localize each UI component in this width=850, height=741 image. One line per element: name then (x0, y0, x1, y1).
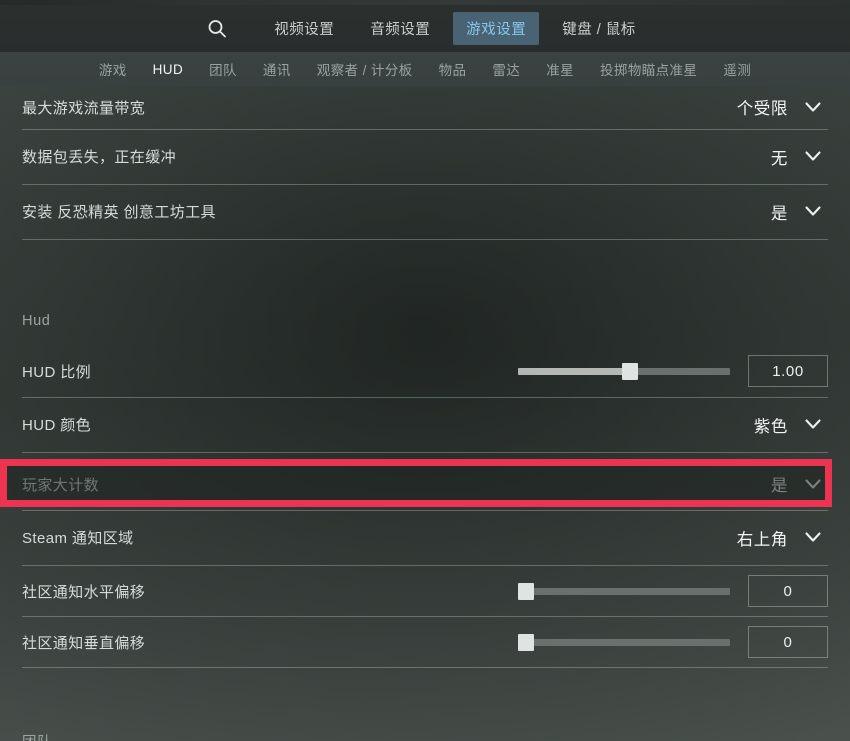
subtab-grenade-crosshair[interactable]: 投掷物瞄点准星 (587, 59, 710, 79)
section-header-hud: Hud (22, 313, 51, 329)
setting-row-notification-horizontal-offset[interactable]: 社区通知水平偏移 0 (0, 566, 850, 616)
subtab-team[interactable]: 团队 (196, 59, 250, 79)
sub-tabbar: 游戏 HUD 团队 通讯 观察者 / 计分板 物品 雷达 准星 投掷物瞄点准星 … (0, 52, 850, 86)
setting-row-packet-loss-buffering[interactable]: 数据包丢失，正在缓冲 无 (0, 130, 850, 183)
notification-vertical-offset-value[interactable]: 0 (748, 626, 828, 658)
notification-horizontal-offset-slider[interactable] (518, 581, 730, 601)
setting-row-steam-notification-position[interactable]: Steam 通知区域 右上角 (0, 511, 850, 564)
hud-scale-value[interactable]: 1.00 (748, 355, 828, 387)
subtab-hud[interactable]: HUD (140, 62, 196, 77)
row-divider (22, 667, 828, 668)
setting-label: HUD 颜色 (22, 417, 92, 434)
setting-value: 无 (770, 149, 788, 168)
subtab-telemetry[interactable]: 遥测 (710, 59, 764, 79)
tab-audio-settings[interactable]: 音频设置 (357, 12, 443, 45)
row-divider (22, 452, 828, 453)
setting-value: 个受限 (736, 100, 788, 118)
subtab-spectator-scoreboard[interactable]: 观察者 / 计分板 (304, 59, 426, 79)
setting-row-max-bandwidth[interactable]: 最大游戏流量带宽 个受限 (0, 86, 850, 128)
setting-value: 右上角 (736, 530, 788, 549)
setting-value: 紫色 (753, 417, 788, 436)
row-divider (22, 239, 828, 240)
setting-label: 社区通知水平偏移 (22, 583, 146, 601)
notification-horizontal-offset-value[interactable]: 0 (748, 575, 828, 607)
setting-value: 是 (770, 204, 788, 223)
tab-video-settings[interactable]: 视频设置 (261, 12, 347, 45)
subtab-crosshair[interactable]: 准星 (533, 59, 587, 79)
slider-fill (518, 368, 628, 375)
setting-value: 是 (770, 477, 788, 495)
subtab-game[interactable]: 游戏 (86, 59, 140, 79)
main-tabbar: 视频设置 音频设置 游戏设置 键盘 / 鼠标 (0, 5, 850, 52)
subtab-communication[interactable]: 通讯 (250, 59, 304, 79)
chevron-down-icon[interactable] (798, 528, 828, 548)
setting-row-hud-scale[interactable]: HUD 比例 1.00 (0, 346, 850, 396)
search-icon[interactable] (196, 12, 238, 46)
subtab-items[interactable]: 物品 (426, 59, 480, 79)
setting-label: 玩家大计数 (22, 476, 100, 494)
setting-label: 安装 反恐精英 创意工坊工具 (22, 204, 216, 221)
setting-row-notification-vertical-offset[interactable]: 社区通知垂直偏移 0 (0, 617, 850, 667)
slider-handle[interactable] (518, 583, 534, 600)
setting-label: 社区通知垂直偏移 (22, 634, 146, 652)
settings-list: 最大游戏流量带宽 个受限 数据包丢失，正在缓冲 无 安装 反恐精英 创意工坊工具 (0, 86, 850, 741)
section-header-team: 团队 (22, 731, 52, 741)
hud-scale-slider[interactable] (518, 361, 730, 381)
setting-row-install-workshop-tools[interactable]: 安装 反恐精英 创意工坊工具 是 (0, 185, 850, 238)
tab-keyboard-mouse[interactable]: 键盘 / 鼠标 (549, 12, 649, 45)
slider-handle[interactable] (518, 634, 534, 651)
chevron-down-icon[interactable] (798, 97, 828, 117)
setting-label: Steam 通知区域 (22, 530, 134, 547)
chevron-down-icon[interactable] (798, 474, 828, 494)
game-settings-screen: 视频设置 音频设置 游戏设置 键盘 / 鼠标 游戏 HUD 团队 通讯 观察者 … (0, 0, 850, 741)
slider-track (518, 588, 730, 595)
setting-row-hud-color[interactable]: HUD 颜色 紫色 (0, 398, 850, 451)
chevron-down-icon[interactable] (798, 415, 828, 435)
chevron-down-icon[interactable] (798, 202, 828, 222)
setting-label: HUD 比例 (22, 363, 92, 381)
setting-label: 最大游戏流量带宽 (22, 99, 146, 117)
setting-label: 数据包丢失，正在缓冲 (22, 149, 177, 166)
notification-vertical-offset-slider[interactable] (518, 632, 730, 652)
chevron-down-icon[interactable] (798, 147, 828, 167)
tab-game-settings[interactable]: 游戏设置 (453, 12, 540, 45)
setting-row-player-count-large[interactable]: 玩家大计数 是 (0, 462, 850, 506)
slider-handle[interactable] (622, 363, 638, 380)
subtab-radar[interactable]: 雷达 (479, 59, 533, 79)
slider-track (518, 639, 730, 646)
